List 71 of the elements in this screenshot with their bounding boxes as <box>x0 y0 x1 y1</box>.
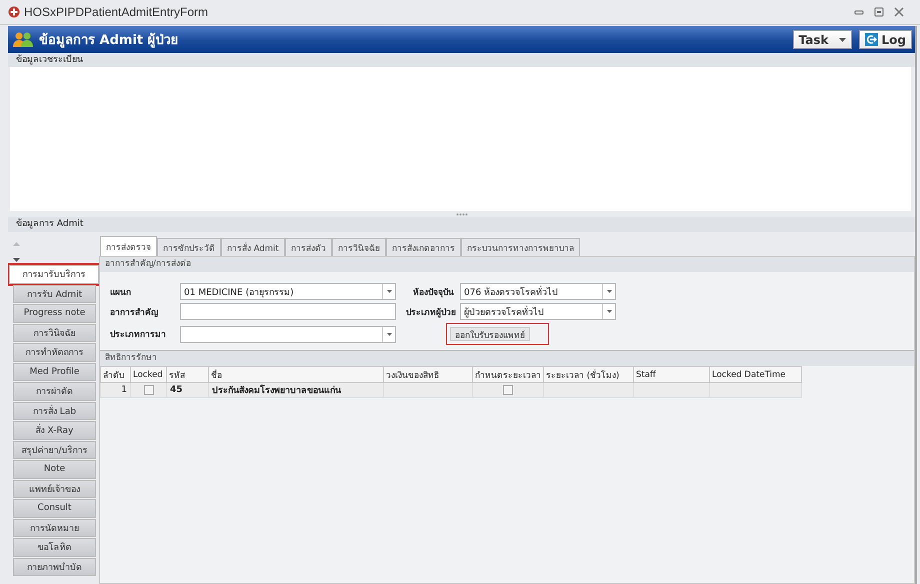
close-button[interactable] <box>894 7 904 17</box>
section-title: อาการสำคัญ/การส่งต่อ <box>100 257 914 272</box>
dropdown-field[interactable]: 076 ห้องตรวจโรคทั่วไป <box>460 283 616 300</box>
table-cell: ประกันสังคมโรงพยาบาลขอนแก่น <box>208 382 384 398</box>
caret-icon <box>386 290 392 293</box>
dropdown-field[interactable]: 01 MEDICINE (อายุรกรรม) <box>180 283 396 300</box>
checkbox[interactable] <box>144 384 154 395</box>
section-title: สิทธิการรักษา <box>100 350 914 366</box>
splitter-grip-icon <box>456 212 468 216</box>
field-label: ประเภทผู้ป่วย <box>406 306 454 318</box>
column-header[interactable]: กำหนดระยะเวลา <box>472 366 544 382</box>
sidebar-item[interactable]: Med Profile <box>13 362 96 381</box>
sidebar-item[interactable]: การนัดหมาย <box>13 518 96 537</box>
tab[interactable]: การส่งตรวจ <box>100 236 157 256</box>
sidebar-item[interactable]: Consult <box>13 499 96 518</box>
column-header[interactable]: รหัส <box>166 366 208 382</box>
sidebar-item[interactable]: ขอโลหิต <box>13 538 96 556</box>
field-label: อาการสำคัญ <box>110 306 159 318</box>
sidebar-item[interactable]: การวินิจฉัย <box>13 324 96 342</box>
caret-icon <box>606 310 612 313</box>
caret-icon <box>838 38 846 42</box>
close-icon <box>894 7 904 17</box>
checkbox[interactable] <box>503 384 513 395</box>
table-cell: 1 <box>100 382 130 398</box>
logout-icon <box>864 33 878 46</box>
sidebar-item[interactable]: การรับ Admit <box>13 284 96 303</box>
column-header[interactable]: ลำดับ <box>100 366 130 382</box>
users-icon <box>12 32 34 48</box>
header-title: ข้อมูลการ Admit ผู้ป่วย <box>39 32 179 50</box>
app-logo-icon <box>8 6 20 18</box>
log-button[interactable]: Log <box>858 30 912 49</box>
certificate-button[interactable]: ออกใบรับรองแพทย์ <box>450 327 530 341</box>
tab[interactable]: กระบวนการทางการพยาบาล <box>460 238 580 256</box>
sidebar-item[interactable]: การผ่าตัด <box>13 382 96 400</box>
restore-button[interactable] <box>874 7 884 17</box>
field-label: ห้องปัจจุบัน <box>412 286 454 298</box>
sidebar-item[interactable]: กายภาพบำบัด <box>13 558 96 576</box>
tab[interactable]: การวินิจฉัย <box>332 238 386 256</box>
caret-icon <box>386 332 392 336</box>
column-header[interactable]: Locked DateTime <box>710 366 802 382</box>
tab[interactable]: การสังเกตอาการ <box>386 238 461 256</box>
column-header[interactable]: ชื่อ <box>208 366 384 382</box>
scroll-down-icon <box>13 258 20 262</box>
table-cell: 45 <box>166 382 208 398</box>
sidebar-item[interactable]: แพทย์เจ้าของ <box>13 480 96 498</box>
caret-icon <box>606 290 612 293</box>
column-header[interactable]: ระยะเวลา (ชั่วโมง) <box>544 366 634 382</box>
sidebar-item[interactable]: สรุปค่ายา/บริการ <box>13 440 96 459</box>
tab[interactable]: การสั่ง Admit <box>221 238 285 256</box>
field-label: ประเภทการมา <box>110 329 167 341</box>
column-header[interactable]: วงเงินของสิทธิ <box>384 366 472 382</box>
column-header[interactable]: Staff <box>634 366 710 382</box>
scroll-up-icon <box>13 242 20 246</box>
panel-title: ข้อมูลเวชระเบียน <box>8 53 915 67</box>
field-label: แผนก <box>110 286 132 298</box>
sidebar-item[interactable]: การสั่ง Lab <box>13 402 96 420</box>
dropdown-field[interactable]: ผู้ป่วยตรวจโรคทั่วไป <box>460 303 616 320</box>
sidebar-item[interactable]: สั่ง X-Ray <box>13 421 96 440</box>
panel-title: ข้อมูลการ Admit <box>8 217 915 232</box>
restore-icon <box>874 7 884 17</box>
window-title: HOSxPIPDPatientAdmitEntryForm <box>24 5 208 19</box>
tab[interactable]: การส่งตัว <box>284 238 332 256</box>
tab[interactable]: การซักประวัติ <box>157 238 221 256</box>
dropdown-field[interactable] <box>180 326 396 342</box>
sidebar-item[interactable]: การมารับบริการ <box>9 265 99 284</box>
task-button[interactable]: Task <box>792 30 852 49</box>
input-field[interactable] <box>180 303 396 320</box>
sidebar-item[interactable]: Progress note <box>13 304 96 322</box>
column-header[interactable]: Locked <box>130 366 166 382</box>
sidebar-item[interactable]: การทำหัตถการ <box>13 343 96 362</box>
sidebar-item[interactable]: Note <box>13 460 96 478</box>
